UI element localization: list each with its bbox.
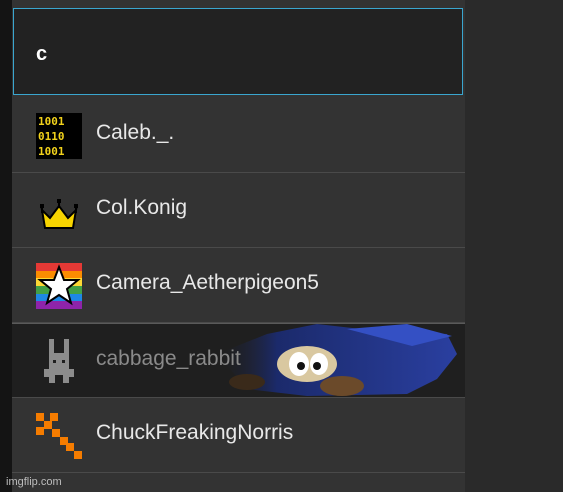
pixel-blocks-icon [36, 413, 82, 459]
user-name: ChuckFreakingNorris [96, 421, 294, 444]
user-name: Camera_Aetherpigeon5 [96, 271, 319, 294]
right-background [465, 0, 563, 492]
results-list: 1001 0110 1001 Caleb._. Col.Konig Camera… [12, 98, 465, 473]
list-item-highlighted[interactable]: cabbage_rabbit [12, 323, 465, 398]
pixel-rabbit-icon [44, 339, 74, 383]
search-box[interactable] [13, 8, 463, 95]
list-item[interactable]: ChuckFreakingNorris [12, 398, 465, 473]
svg-text:1001: 1001 [38, 145, 65, 158]
user-name: Caleb._. [96, 121, 175, 144]
watermark: imgflip.com [6, 476, 62, 488]
user-name: Col.Konig [96, 196, 188, 219]
sonic-overlay-image [217, 324, 457, 396]
rainbow-star-icon [36, 263, 82, 309]
user-name: cabbage_rabbit [96, 347, 241, 370]
binary-code-icon: 1001 0110 1001 [36, 113, 82, 159]
svg-text:0110: 0110 [38, 130, 65, 143]
crown-icon [40, 199, 78, 229]
list-item[interactable]: 1001 0110 1001 Caleb._. [12, 98, 465, 173]
svg-text:1001: 1001 [38, 115, 65, 128]
user-search-dropdown: 1001 0110 1001 Caleb._. Col.Konig [12, 0, 465, 492]
list-item[interactable]: Camera_Aetherpigeon5 [12, 248, 465, 323]
list-item[interactable]: Col.Konig [12, 173, 465, 248]
search-input[interactable] [36, 39, 436, 69]
left-edge [0, 0, 12, 492]
